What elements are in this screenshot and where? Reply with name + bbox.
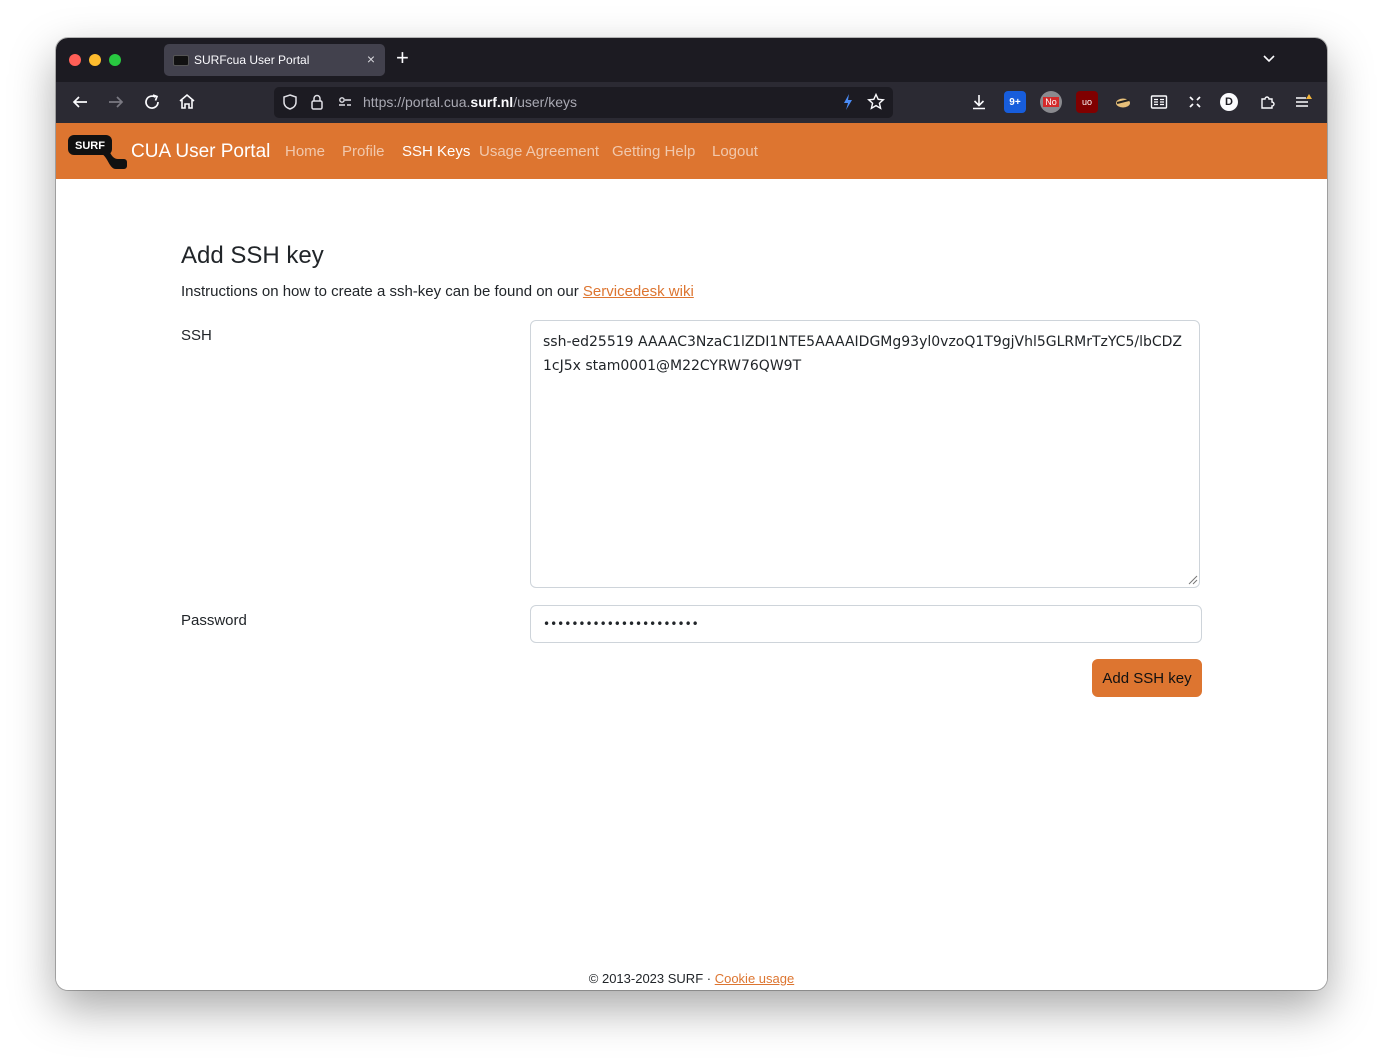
minimize-window-button[interactable] — [89, 54, 101, 66]
ssh-label: SSH — [181, 327, 212, 344]
browser-tab[interactable]: SURFcua User Portal × — [164, 44, 385, 76]
instructions-text: Instructions on how to create a ssh-key … — [181, 283, 694, 300]
tab-title: SURFcua User Portal — [194, 53, 310, 67]
nav-getting-help[interactable]: Getting Help — [612, 143, 695, 160]
nav-profile[interactable]: Profile — [342, 143, 385, 160]
main-content: Add SSH key Instructions on how to creat… — [56, 179, 1327, 990]
url-text[interactable]: https://portal.cua.surf.nl/user/keys — [363, 94, 577, 110]
zoom-window-button[interactable] — [109, 54, 121, 66]
tab-strip: SURFcua User Portal × + — [56, 38, 1327, 82]
nav-usage-agreement[interactable]: Usage Agreement — [479, 143, 599, 160]
nav-logout[interactable]: Logout — [712, 143, 758, 160]
servicedesk-wiki-link[interactable]: Servicedesk wiki — [583, 283, 694, 300]
noscript-badge: No — [1043, 97, 1059, 107]
back-arrow-icon[interactable] — [68, 90, 92, 114]
ublock-label: uo — [1081, 97, 1092, 107]
noscript-extension-icon[interactable]: No — [1040, 91, 1062, 113]
page-title: Add SSH key — [181, 242, 324, 269]
bitwarden-badge: 9+ — [1009, 97, 1021, 108]
lightning-icon[interactable] — [838, 92, 858, 112]
bitwarden-extension-icon[interactable]: 9+ — [1004, 91, 1026, 113]
list-all-tabs-icon[interactable] — [1261, 51, 1277, 67]
portal-brand[interactable]: CUA User Portal — [131, 141, 270, 163]
account-initial: D — [1225, 96, 1233, 108]
browser-toolbar: https://portal.cua.surf.nl/user/keys 9+ … — [56, 82, 1327, 123]
footer-copyright: © 2013-2023 SURF · — [588, 971, 715, 986]
ssh-key-textarea[interactable]: ssh-ed25519 AAAAC3NzaC1lZDI1NTE5AAAAIDGM… — [530, 320, 1200, 588]
ublock-extension-icon[interactable]: uo — [1076, 91, 1098, 113]
close-window-button[interactable] — [69, 54, 81, 66]
tab-close-button[interactable]: × — [367, 51, 375, 67]
lock-icon[interactable] — [307, 92, 327, 112]
browser-window: SURFcua User Portal × + https://portal.c… — [56, 38, 1327, 990]
reader-view-icon[interactable] — [1148, 91, 1170, 113]
new-tab-button[interactable]: + — [396, 47, 409, 69]
reload-icon[interactable] — [140, 90, 164, 114]
download-icon[interactable] — [968, 91, 990, 113]
account-avatar[interactable]: D — [1220, 93, 1238, 111]
fullscreen-icon[interactable] — [1184, 91, 1206, 113]
tracking-shield-icon[interactable] — [280, 92, 300, 112]
forward-arrow-icon[interactable] — [104, 90, 128, 114]
password-field[interactable] — [530, 605, 1202, 643]
privacy-badger-icon[interactable] — [1112, 91, 1134, 113]
nav-ssh-keys[interactable]: SSH Keys — [402, 143, 470, 160]
surf-logo-icon[interactable]: SURF — [68, 135, 128, 169]
footer: © 2013-2023 SURF · Cookie usage — [56, 971, 1327, 986]
surf-favicon-icon — [173, 55, 189, 66]
permissions-icon[interactable] — [335, 92, 355, 112]
textarea-resize-handle[interactable] — [1186, 573, 1198, 585]
site-navbar: SURF CUA User Portal Home Profile SSH Ke… — [56, 123, 1327, 179]
cookie-usage-link[interactable]: Cookie usage — [715, 971, 795, 986]
logo-text: SURF — [75, 140, 105, 152]
app-menu-icon[interactable] — [1292, 91, 1314, 113]
password-label: Password — [181, 612, 247, 629]
bookmark-star-icon[interactable] — [866, 92, 886, 112]
nav-home[interactable]: Home — [285, 143, 325, 160]
add-ssh-key-button[interactable]: Add SSH key — [1092, 659, 1202, 697]
url-bar[interactable]: https://portal.cua.surf.nl/user/keys — [274, 87, 893, 118]
extensions-puzzle-icon[interactable] — [1256, 91, 1278, 113]
home-icon[interactable] — [175, 90, 199, 114]
